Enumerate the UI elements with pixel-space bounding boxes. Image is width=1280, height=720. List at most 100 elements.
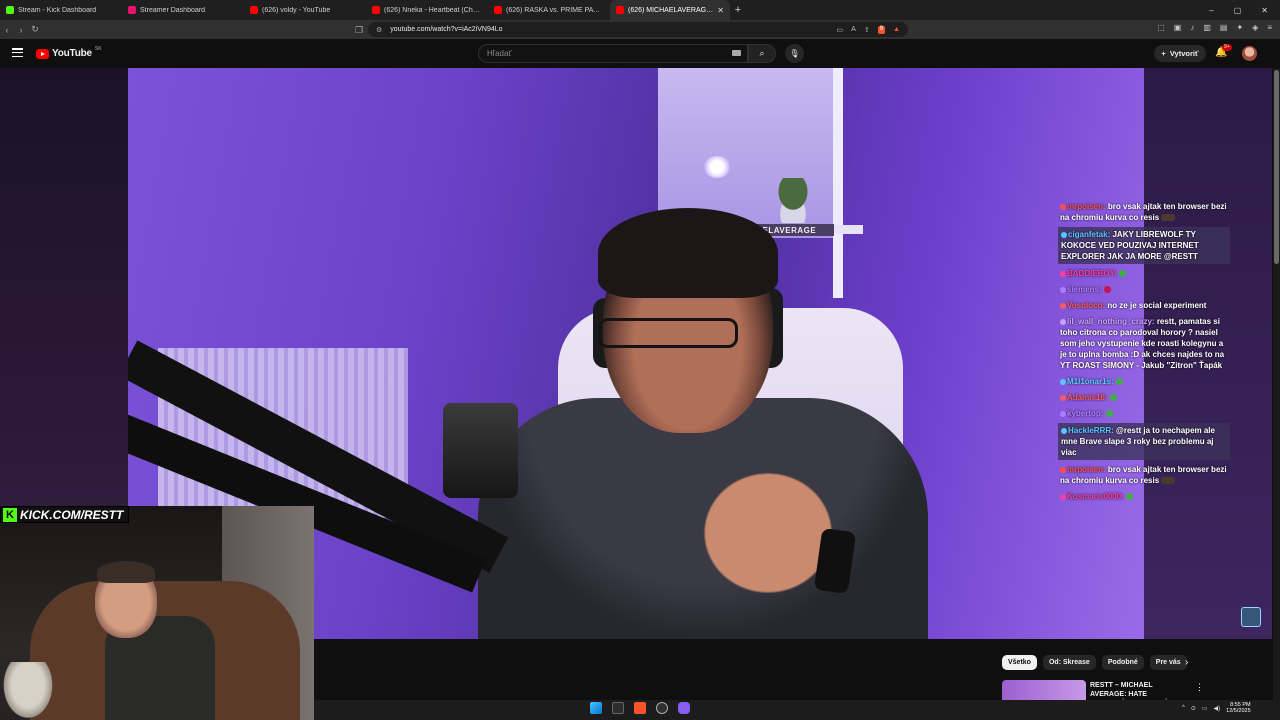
filter-chip[interactable]: Pre vás bbox=[1149, 655, 1187, 670]
badge-icon bbox=[1060, 466, 1066, 473]
recommendation-title[interactable]: RESTT – MICHAEL AVERAGE: HATE KOMENTÁRE … bbox=[1090, 681, 1190, 700]
browser-tab[interactable]: Stream - Kick Dashboard bbox=[0, 0, 122, 20]
channel-watermark-icon[interactable] bbox=[1241, 607, 1261, 627]
badge-icon bbox=[1060, 493, 1066, 500]
tab-label: Streamer Dashboard bbox=[140, 6, 205, 14]
plus-icon: + bbox=[1161, 49, 1166, 58]
obs-icon[interactable] bbox=[656, 702, 668, 714]
bookmark-icon[interactable]: ❐ bbox=[352, 25, 366, 36]
emote-icon bbox=[1161, 214, 1176, 222]
windows-start-icon[interactable] bbox=[590, 702, 602, 714]
scrollbar-thumb[interactable] bbox=[1274, 70, 1279, 264]
chat-username[interactable]: BADDIEBOY: bbox=[1067, 269, 1117, 278]
search-input[interactable]: Hľadať bbox=[478, 44, 748, 63]
search-icon: ⌕ bbox=[759, 48, 765, 58]
emote-icon bbox=[1126, 493, 1134, 501]
badge-icon bbox=[1060, 270, 1066, 277]
site-info-icon[interactable]: ⚙ bbox=[376, 26, 382, 34]
glasses bbox=[598, 318, 738, 348]
reload-icon[interactable]: ↻ bbox=[28, 24, 42, 35]
back-icon[interactable]: ‹ bbox=[0, 25, 14, 35]
chat-username[interactable]: HackleRRR: bbox=[1068, 426, 1114, 435]
chat-username[interactable]: Vosoloco: bbox=[1067, 301, 1105, 310]
filter-chip[interactable]: Podobné bbox=[1101, 655, 1144, 670]
youtube-logo[interactable]: YouTube SK bbox=[36, 46, 102, 59]
wallet-icon[interactable]: ▣ bbox=[1174, 23, 1182, 32]
network-icon[interactable]: ▭ bbox=[1202, 705, 1208, 712]
cast-icon[interactable]: ▭ bbox=[837, 26, 844, 34]
chat-username[interactable]: ciganfetak: bbox=[1068, 230, 1110, 239]
music-icon[interactable]: ♪ bbox=[1190, 23, 1194, 32]
chat-username[interactable]: mrpoisen: bbox=[1067, 202, 1106, 211]
volume-icon[interactable]: ◀) bbox=[1214, 705, 1221, 712]
lamp bbox=[703, 156, 731, 178]
filter-chip[interactable]: Od: Skrease bbox=[1042, 655, 1096, 670]
tabs-icon[interactable]: ▤ bbox=[1220, 23, 1228, 32]
maximize-icon[interactable]: ▢ bbox=[1234, 6, 1242, 15]
close-icon[interactable]: ✕ bbox=[1261, 6, 1268, 15]
keyboard-icon[interactable] bbox=[732, 50, 741, 56]
guide-menu-icon[interactable] bbox=[12, 48, 23, 57]
translate-icon[interactable]: A bbox=[851, 26, 856, 34]
browser-tab[interactable]: (626) voldy - YouTube bbox=[244, 0, 366, 20]
browser-tab[interactable]: (626) MICHAELAVERAGE ČÍTA HATE ✕ bbox=[610, 0, 730, 20]
chat-message: mrpoisen: bro vsak ajtak ten browser bez… bbox=[1058, 200, 1230, 224]
sidebar-icon[interactable]: ▥ bbox=[1203, 23, 1211, 32]
account-avatar[interactable] bbox=[1242, 46, 1257, 61]
chat-username[interactable]: Adamis16: bbox=[1067, 393, 1107, 402]
discord-icon[interactable] bbox=[678, 702, 690, 714]
chat-message: Kosmaris0000: bbox=[1058, 490, 1230, 503]
chat-username[interactable]: siemens: bbox=[1067, 285, 1102, 294]
recommendation-thumbnail[interactable] bbox=[1002, 680, 1086, 700]
microphone bbox=[443, 403, 518, 498]
emote-icon bbox=[1115, 378, 1123, 386]
terminal-icon[interactable] bbox=[612, 702, 624, 714]
search-placeholder: Hľadať bbox=[487, 49, 512, 58]
search-button[interactable]: ⌕ bbox=[748, 44, 776, 63]
emote-icon bbox=[1119, 270, 1127, 278]
recommendation-chips: Všetko Od: Skrease Podobné Pre vás bbox=[1002, 655, 1187, 670]
vpn-icon[interactable]: ◈ bbox=[1252, 23, 1258, 32]
browser-tab[interactable]: (626) Nneka - Heartbeat (Chase & St bbox=[366, 0, 488, 20]
youtube-play-icon bbox=[36, 48, 49, 59]
chat-message: siemens: bbox=[1058, 283, 1230, 296]
badge-icon bbox=[1060, 394, 1066, 401]
brave-browser-icon[interactable] bbox=[634, 702, 646, 714]
badge-icon bbox=[1060, 410, 1066, 417]
browser-tab[interactable]: (626) RAŠKA vs. PRIME PAVEL | Tváří bbox=[488, 0, 610, 20]
url-field[interactable]: ⚙ youtube.com/watch?v=iAc2iVN94Lo ▭ A ⇪ … bbox=[368, 22, 908, 37]
browser-tab[interactable]: Streamer Dashboard bbox=[122, 0, 244, 20]
filter-chip[interactable]: Všetko bbox=[1002, 655, 1037, 670]
puzzle-icon[interactable]: ✦ bbox=[1236, 23, 1243, 32]
extension-icon[interactable]: ⬚ bbox=[1157, 23, 1165, 32]
tab-favicon-icon bbox=[494, 6, 502, 14]
voice-search-button[interactable]: 🎙 bbox=[785, 44, 804, 63]
chevron-right-icon[interactable]: › bbox=[1185, 657, 1188, 668]
chat-username[interactable]: mrpoisen: bbox=[1067, 465, 1106, 474]
chat-text: no ze je social experiment bbox=[1107, 301, 1207, 310]
create-button[interactable]: + Vytvoriť bbox=[1154, 45, 1206, 62]
menu-icon[interactable]: ≡ bbox=[1267, 23, 1272, 32]
chat-message: Vosoloco: no ze je social experiment bbox=[1058, 299, 1230, 312]
chat-username[interactable]: kybertop: bbox=[1067, 409, 1103, 418]
forward-icon[interactable]: › bbox=[14, 25, 28, 35]
chat-username[interactable]: Kosmaris0000: bbox=[1067, 492, 1124, 501]
tray-chevron-icon[interactable]: ^ bbox=[1182, 705, 1185, 711]
clock[interactable]: 8:55 PM 12/5/2025 bbox=[1226, 702, 1250, 714]
brave-shield-icon[interactable]: 9 bbox=[877, 25, 886, 34]
chat-message: Adamis16: bbox=[1058, 391, 1230, 404]
new-tab-button[interactable]: + bbox=[730, 4, 746, 16]
chat-message: ciganfetak: JAKY LIBREWOLF TY KOKOCE VED… bbox=[1058, 227, 1230, 264]
tray-mic-icon[interactable]: ⊙ bbox=[1191, 705, 1196, 712]
chat-username[interactable]: lil_wall_nothing_crazy: bbox=[1067, 317, 1155, 326]
tab-favicon-icon bbox=[616, 6, 624, 14]
more-options-icon[interactable]: ⋮ bbox=[1195, 682, 1204, 693]
chat-username[interactable]: M1l1onar1s: bbox=[1067, 377, 1114, 386]
badge-icon bbox=[1061, 231, 1067, 238]
youtube-header: YouTube SK Hľadať ⌕ 🎙 + Vytvoriť 🔔 9+ bbox=[0, 39, 1280, 68]
rewards-icon[interactable]: ▲ bbox=[893, 26, 900, 34]
tab-close-icon[interactable]: ✕ bbox=[717, 6, 724, 15]
minimize-icon[interactable]: – bbox=[1209, 6, 1213, 15]
share-icon[interactable]: ⇪ bbox=[864, 26, 870, 34]
kick-channel-label: K KICK.COM/RESTT bbox=[0, 506, 130, 523]
